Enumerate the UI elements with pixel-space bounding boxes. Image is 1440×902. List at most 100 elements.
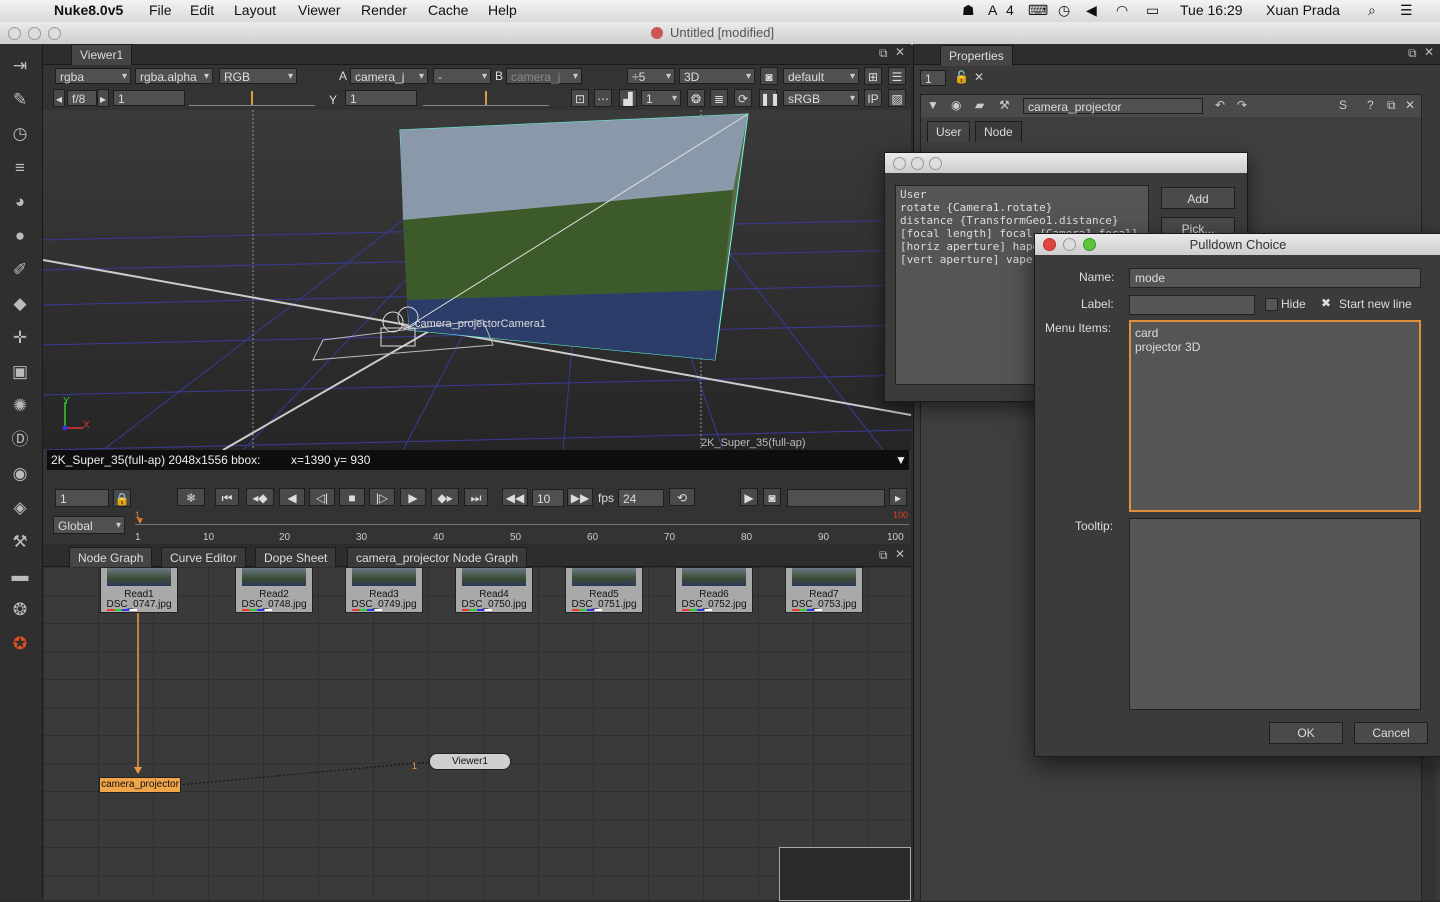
freeze-icon[interactable]: ❄ bbox=[177, 488, 205, 506]
menu-viewer[interactable]: Viewer bbox=[298, 2, 341, 18]
lock-icon[interactable]: 🔒 bbox=[113, 489, 131, 507]
tooltip-textarea[interactable] bbox=[1129, 518, 1421, 710]
furnace-icon[interactable]: ❂ bbox=[8, 598, 32, 622]
ok-button[interactable]: OK bbox=[1269, 722, 1343, 744]
spotlight-icon[interactable]: ⌕ bbox=[1368, 2, 1376, 19]
channels-dropdown[interactable]: rgba bbox=[55, 68, 131, 85]
float-node-icon[interactable]: ⧉ bbox=[1387, 98, 1396, 113]
viewer-input-icon[interactable]: ▰ bbox=[975, 98, 984, 112]
gamma-slider-handle[interactable] bbox=[485, 91, 487, 105]
viewer1-node[interactable]: Viewer1 bbox=[429, 753, 511, 770]
gain-slider[interactable] bbox=[189, 91, 315, 106]
display-channel-dropdown[interactable]: RGB bbox=[219, 68, 297, 85]
gamma-field[interactable]: 1 bbox=[345, 90, 417, 106]
viewer-menu-icon[interactable]: ☰ bbox=[888, 67, 906, 85]
app-menu[interactable]: Nuke8.0v5 bbox=[54, 2, 123, 18]
proxy-dropdown[interactable]: ÷5 bbox=[627, 68, 675, 85]
float-panel-icon[interactable]: ⧉ bbox=[879, 46, 888, 61]
paint-icon[interactable]: ✎ bbox=[8, 88, 32, 112]
edit-knobs-icon[interactable]: ⚒ bbox=[999, 98, 1010, 112]
manage-minimize-button[interactable] bbox=[911, 157, 924, 170]
merge-icon[interactable]: ◆ bbox=[8, 292, 32, 316]
gain-field[interactable]: 1 bbox=[113, 90, 185, 106]
zoom-window-button[interactable] bbox=[48, 27, 61, 40]
node-graph-navigator[interactable] bbox=[779, 847, 911, 901]
overlay-toggle-icon[interactable]: ⋯ bbox=[594, 89, 612, 107]
battery-icon[interactable]: ▭ bbox=[1146, 2, 1159, 19]
playhead[interactable]: ▼ bbox=[135, 516, 145, 527]
alpha-channel-dropdown[interactable]: rgba.alpha bbox=[135, 68, 213, 85]
close-window-button[interactable] bbox=[8, 27, 21, 40]
nukex-icon[interactable]: ✪ bbox=[8, 632, 32, 656]
prev-frame-icon[interactable]: ◀ bbox=[279, 488, 305, 506]
frame-select-dropdown[interactable]: 1 bbox=[641, 90, 681, 107]
menu-file[interactable]: File bbox=[149, 2, 172, 18]
flipbook-options-icon[interactable]: ▸ bbox=[889, 488, 907, 506]
notification-list-icon[interactable]: ☰ bbox=[1400, 2, 1413, 19]
stop-icon[interactable]: ■ bbox=[339, 488, 365, 506]
float-nodegraph-icon[interactable]: ⧉ bbox=[879, 548, 888, 563]
knob-list-item[interactable]: rotate {Camera1.rotate} bbox=[900, 201, 1144, 214]
wipe-icon[interactable]: ▨ bbox=[888, 89, 906, 107]
tab-viewer1[interactable]: Viewer1 bbox=[71, 44, 133, 65]
end-marker[interactable]: 100 bbox=[893, 510, 908, 520]
menu-edit[interactable]: Edit bbox=[190, 2, 214, 18]
menu-layout[interactable]: Layout bbox=[234, 2, 276, 18]
views-icon[interactable]: ◉ bbox=[8, 462, 32, 486]
menu-render[interactable]: Render bbox=[361, 2, 407, 18]
pin-icon[interactable]: 🔓 bbox=[954, 70, 969, 84]
info-menu-icon[interactable]: ▼ bbox=[895, 450, 907, 470]
close-properties-icon[interactable]: ✕ bbox=[1424, 45, 1434, 59]
transform-icon[interactable]: ✛ bbox=[8, 326, 32, 350]
properties-scrollbar[interactable] bbox=[1422, 764, 1436, 900]
undo-icon[interactable]: ↶ bbox=[1215, 98, 1225, 112]
max-panels-field[interactable]: 1 bbox=[920, 70, 946, 86]
gain-slider-handle[interactable] bbox=[251, 91, 253, 105]
first-frame-icon[interactable]: ⏮ bbox=[215, 488, 239, 506]
hide-checkbox[interactable] bbox=[1265, 298, 1278, 311]
play-forward-icon[interactable]: |▷ bbox=[369, 488, 395, 506]
manage-zoom-button[interactable] bbox=[929, 157, 942, 170]
view-mode-dropdown[interactable]: 3D bbox=[679, 68, 755, 85]
skip-back-icon[interactable]: ◀◀ bbox=[502, 488, 528, 506]
node-name-field[interactable]: camera_projector bbox=[1023, 98, 1203, 114]
menubar-clock[interactable]: Tue 16:29 bbox=[1180, 2, 1243, 18]
transfer-icon[interactable]: ⇥ bbox=[8, 54, 32, 78]
name-field[interactable]: mode bbox=[1129, 268, 1421, 288]
close-panel-icon[interactable]: ✕ bbox=[895, 45, 905, 59]
flipbook-icon[interactable]: ▶ bbox=[740, 488, 758, 506]
camera-lock-icon[interactable]: ◙ bbox=[760, 67, 778, 85]
tab-user[interactable]: User bbox=[927, 121, 971, 142]
collapse-icon[interactable]: ▼ bbox=[927, 98, 939, 112]
menu-cache[interactable]: Cache bbox=[428, 2, 468, 18]
adobe-icon[interactable]: A bbox=[988, 2, 997, 18]
loop-icon[interactable]: ⟲ bbox=[669, 488, 695, 506]
capture-icon[interactable]: ◙ bbox=[763, 488, 781, 506]
dialog-zoom-button[interactable] bbox=[1083, 238, 1096, 251]
start-new-line-checkbox[interactable]: ✖ bbox=[1321, 297, 1333, 309]
roi-toggle-icon[interactable]: ⊡ bbox=[571, 89, 589, 107]
help-icon[interactable]: ? bbox=[1367, 98, 1374, 112]
metadata-icon[interactable]: ◈ bbox=[8, 496, 32, 520]
close-nodegraph-icon[interactable]: ✕ bbox=[895, 547, 905, 561]
redo-icon[interactable]: ↷ bbox=[1237, 98, 1247, 112]
node-graph-canvas[interactable]: Read1 DSC_0747.jpg Read2 DSC_0748.jpg Read… bbox=[43, 567, 911, 901]
color-icon[interactable]: ◕ bbox=[8, 190, 32, 214]
clip-warning-icon[interactable]: ▟ bbox=[619, 89, 637, 107]
other-icon[interactable]: ▬ bbox=[8, 564, 32, 588]
float-properties-icon[interactable]: ⧉ bbox=[1408, 46, 1417, 61]
node-color-icon[interactable]: ◉ bbox=[951, 98, 961, 112]
clear-panels-icon[interactable]: ✕ bbox=[974, 70, 984, 84]
menu-items-textarea[interactable]: card projector 3D bbox=[1129, 320, 1421, 512]
minimize-window-button[interactable] bbox=[28, 27, 41, 40]
pause-icon[interactable]: ❚❚ bbox=[759, 89, 780, 107]
tab-dope-sheet[interactable]: Dope Sheet bbox=[255, 547, 337, 568]
fstop-increase-icon[interactable]: ▸ bbox=[97, 89, 109, 107]
3d-icon[interactable]: ▣ bbox=[8, 360, 32, 384]
particles-icon[interactable]: ✺ bbox=[8, 394, 32, 418]
tab-properties[interactable]: Properties bbox=[940, 45, 1013, 66]
tab-node-graph[interactable]: Node Graph bbox=[69, 547, 153, 568]
close-node-icon[interactable]: ✕ bbox=[1405, 98, 1415, 112]
keyboard-icon[interactable]: ⌨ bbox=[1028, 2, 1048, 19]
refresh-icon[interactable]: ⟳ bbox=[734, 89, 752, 107]
